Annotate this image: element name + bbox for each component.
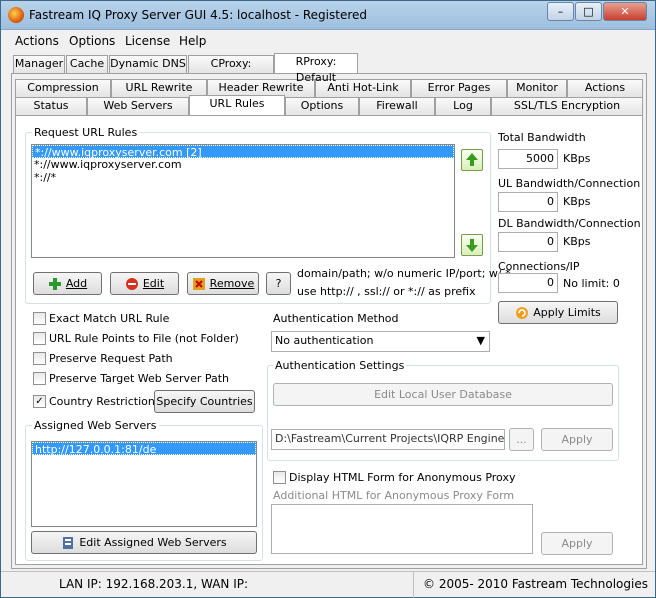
refresh-icon [516,307,529,319]
dl-bandwidth-unit: KBps [563,235,591,248]
auth-path-input[interactable]: D:\Fastream\Current Projects\IQRP Engine… [271,429,505,450]
preserve-request-path-checkbox[interactable] [33,352,46,365]
list-item[interactable]: *://www.iqproxyserver.com [32,158,454,171]
preserve-request-path-label: Preserve Request Path [49,352,173,365]
status-bar: LAN IP: 192.168.203.1, WAN IP: © 2005- 2… [1,571,655,598]
apply-html-button[interactable]: Apply [541,532,613,555]
anonymous-form-checkbox[interactable] [273,471,286,484]
app-icon [8,7,24,23]
apply-limits-button[interactable]: Apply Limits [498,301,618,324]
total-bandwidth-label: Total Bandwidth [498,131,586,144]
country-restriction-checkbox[interactable]: ✓ [33,395,46,408]
tab-manager[interactable]: Manager [13,55,65,73]
add-label: Add [65,277,88,290]
auth-method-select[interactable]: No authentication ▼ [271,331,490,352]
add-button[interactable]: Add [33,272,102,295]
connections-input[interactable]: 0 [498,273,558,293]
total-bandwidth-unit: KBps [563,152,591,165]
remove-label: Remove [209,277,255,290]
maximize-button[interactable]: □ [575,2,602,21]
tab-firewall[interactable]: Firewall [359,97,435,115]
rule-hint-line2: use http:// , ssl:// or *:// as prefix [297,285,476,298]
ul-bandwidth-unit: KBps [563,195,591,208]
tab-options[interactable]: Options [285,97,359,115]
ul-bandwidth-input[interactable]: 0 [498,192,558,212]
arrow-up-icon [466,153,478,166]
remove-icon [192,278,205,290]
tab-log[interactable]: Log [435,97,491,115]
tab-monitor[interactable]: Monitor [507,79,567,97]
remove-button[interactable]: Remove [187,272,259,295]
edit-local-db-button[interactable]: Edit Local User Database [273,383,613,406]
exact-match-label: Exact Match URL Rule [49,312,170,325]
points-to-file-checkbox[interactable] [33,332,46,345]
dl-bandwidth-label: DL Bandwidth/Connection [498,217,641,230]
menu-actions[interactable]: Actions [15,34,59,48]
ul-bandwidth-label: UL Bandwidth/Connection [498,177,641,190]
auth-method-value: No authentication [275,334,374,347]
tab-ssl-tls[interactable]: SSL/TLS Encryption [491,97,643,115]
exact-match-checkbox[interactable] [33,312,46,325]
tab-url-rules[interactable]: URL Rules [189,95,285,115]
edit-assigned-servers-button[interactable]: Edit Assigned Web Servers [31,531,257,554]
browse-button[interactable]: ... [509,428,534,451]
copyright-status: © 2005- 2010 Fastream Technologies [423,577,648,591]
add-icon [48,278,61,290]
specify-countries-button[interactable]: Specify Countries [154,390,255,413]
window-title: Fastream IQ Proxy Server GUI 4.5: localh… [29,8,368,22]
edit-icon [125,278,138,290]
anonymous-html-label: Additional HTML for Anonymous Proxy Form [273,489,515,502]
menu-help[interactable]: Help [179,34,206,48]
tab-actions[interactable]: Actions [567,79,643,97]
list-item[interactable]: *://www.iqproxyserver.com [2] [32,145,454,159]
tab-dynamic-dns[interactable]: Dynamic DNS [109,55,187,73]
title-bar: Fastream IQ Proxy Server GUI 4.5: localh… [1,1,655,30]
menu-bar: Actions Options License Help [1,31,655,51]
total-bandwidth-input[interactable]: 5000 [498,149,558,169]
auth-settings-label: Authentication Settings [273,359,407,372]
move-down-button[interactable] [461,234,483,256]
anonymous-html-textarea[interactable] [271,504,533,554]
ip-status: LAN IP: 192.168.203.1, WAN IP: [59,577,249,591]
status-divider [413,572,414,598]
connections-note: No limit: 0 [563,277,620,290]
close-button[interactable]: ✕ [603,2,647,21]
apply-limits-label: Apply Limits [533,306,601,319]
rule-hint-line1: domain/path; w/o numeric IP/port; w/ * [297,267,511,280]
tab-cproxy[interactable]: CProxy: Default [188,55,274,86]
apply-auth-button[interactable]: Apply [541,428,613,451]
tab-compression[interactable]: Compression [15,79,111,97]
assigned-servers-list[interactable]: http://127.0.0.1:81/de [31,441,257,527]
request-rules-list[interactable]: *://www.iqproxyserver.com [2] *://www.iq… [31,144,455,258]
tab-status[interactable]: Status [15,97,87,115]
server-icon [63,537,74,549]
move-up-button[interactable] [461,149,483,171]
edit-button[interactable]: Edit [110,272,179,295]
preserve-target-path-label: Preserve Target Web Server Path [49,372,230,385]
tab-rproxy[interactable]: RProxy: Default [274,53,358,84]
minimize-button[interactable]: – [547,2,574,21]
anonymous-form-label: Display HTML Form for Anonymous Proxy [289,471,516,484]
chevron-down-icon: ▼ [476,334,485,347]
assigned-servers-label: Assigned Web Servers [32,419,159,432]
list-item[interactable]: *://* [32,171,454,184]
list-item[interactable]: http://127.0.0.1:81/de [32,442,256,456]
main-window: Fastream IQ Proxy Server GUI 4.5: localh… [0,0,656,598]
preserve-target-path-checkbox[interactable] [33,372,46,385]
help-button[interactable]: ? [266,272,291,295]
connections-label: Connections/IP [498,260,580,273]
menu-license[interactable]: License [125,34,170,48]
edit-label: Edit [142,277,165,290]
dl-bandwidth-input[interactable]: 0 [498,232,558,252]
request-rules-label: Request URL Rules [32,126,140,139]
country-restriction-label: Country Restriction [49,395,155,408]
auth-method-label: Authentication Method [273,312,399,325]
tab-cache[interactable]: Cache [66,55,108,73]
edit-assigned-label: Edit Assigned Web Servers [79,536,227,549]
tab-error-pages[interactable]: Error Pages [411,79,507,97]
points-to-file-label: URL Rule Points to File (not Folder) [49,332,239,345]
menu-options[interactable]: Options [69,34,115,48]
tab-web-servers[interactable]: Web Servers [87,97,189,115]
arrow-down-icon [466,239,478,252]
